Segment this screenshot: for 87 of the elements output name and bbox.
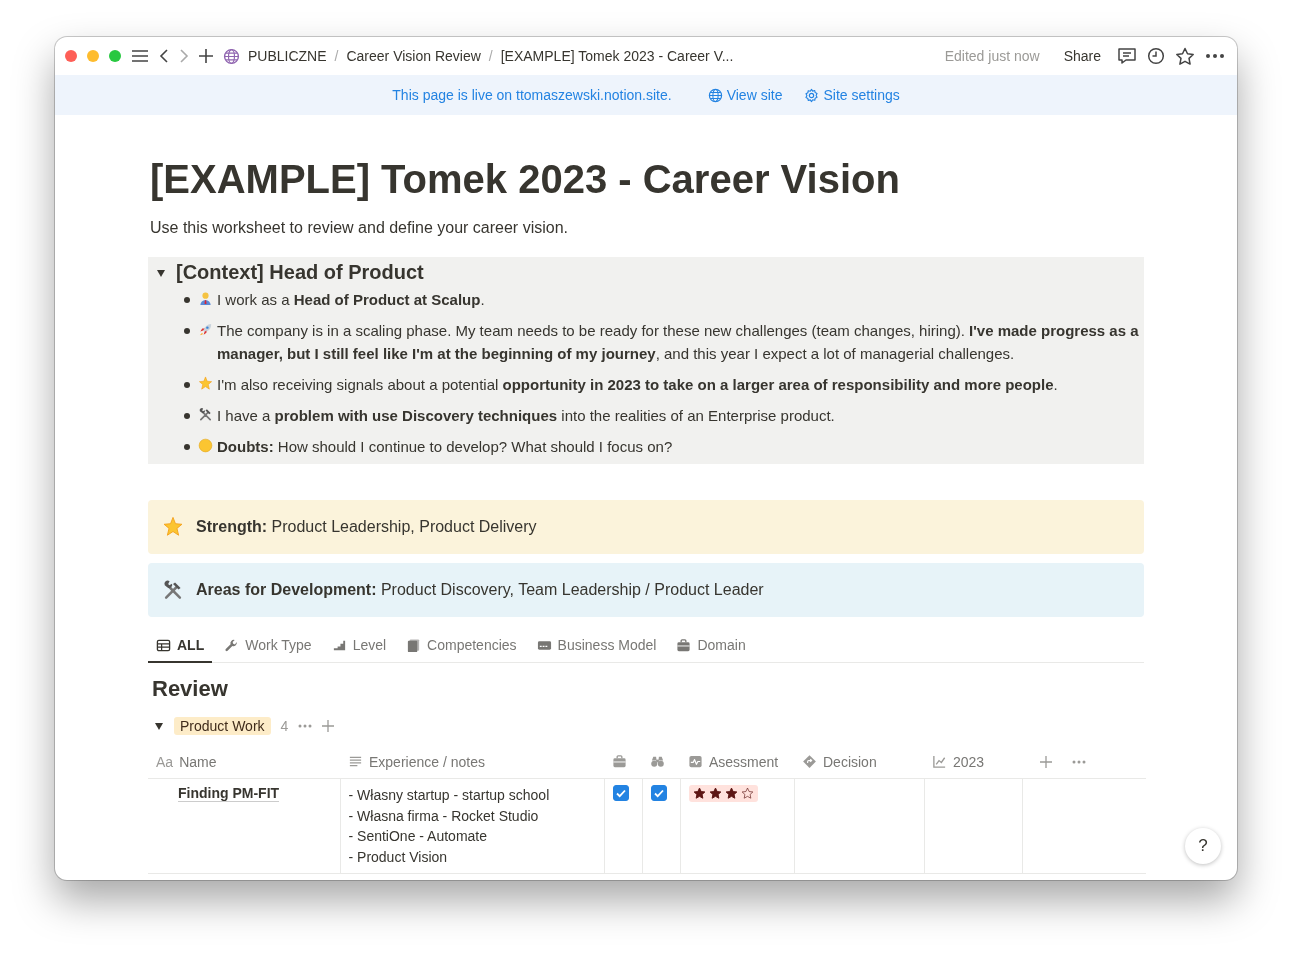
back-icon[interactable] (159, 48, 169, 64)
view-tab[interactable]: Competencies (398, 629, 525, 663)
group-tag[interactable]: Product Work (174, 717, 271, 735)
banner-link[interactable]: Site settings (823, 87, 900, 103)
plus-icon[interactable] (322, 720, 335, 732)
star-icon (198, 376, 213, 391)
breadcrumb-separator: / (334, 48, 339, 64)
share-button[interactable]: Share (1057, 46, 1107, 66)
section-title: Review (152, 675, 229, 703)
note-line: - SentiOne - Automate (348, 827, 489, 846)
toggle-heading[interactable]: [Context] Head of Product (176, 261, 424, 284)
filled-star-icon (708, 787, 722, 800)
callout-text: Areas for Development: Product Discovery, Team Leadership / Product Leader (196, 581, 764, 599)
emoji-icon (198, 438, 213, 453)
wrench-icon (224, 637, 240, 653)
check-icon (614, 787, 627, 799)
bullet-text: I'm also receiving signals about a potential opportunity in 2023 to take on a larger area of responsibility and more people. (217, 375, 1058, 395)
table-icon (156, 637, 171, 653)
star-icon[interactable] (1175, 46, 1195, 66)
breadcrumb-link[interactable]: PUBLICZNE (248, 48, 327, 64)
forward-icon[interactable] (179, 48, 189, 64)
bullet-text: Doubts: How should I continue to develop? What should I focus on? (217, 437, 673, 457)
document-icon (406, 637, 422, 653)
gear-icon (804, 87, 820, 103)
tools-icon (162, 579, 184, 601)
title-type-icon: Aa (156, 753, 174, 770)
view-tab[interactable]: Level (323, 629, 395, 663)
column-header[interactable]: Decision (823, 753, 877, 770)
pulse-icon (688, 754, 703, 769)
globe-icon (223, 47, 240, 65)
view-tab[interactable]: ALL (148, 629, 213, 663)
column-header[interactable]: Name (179, 753, 217, 770)
binoculars-icon (650, 754, 665, 769)
bullet-text: I work as a Head of Product at Scalup. (217, 290, 485, 310)
view-tab[interactable]: Business Model (528, 629, 665, 663)
breadcrumb-separator: / (488, 48, 493, 64)
check-icon (652, 787, 665, 799)
toggle-triangle-icon[interactable] (156, 267, 166, 278)
plus-icon[interactable] (199, 49, 213, 63)
filled-star-icon (724, 787, 738, 800)
checkbox[interactable] (650, 785, 667, 801)
diamond-arrow-icon (802, 754, 817, 769)
callout-text: Strength: Product Leadership, Product Delivery (196, 518, 537, 536)
page-description: Use this worksheet to review and define your career vision. (150, 219, 569, 237)
close-button[interactable] (65, 50, 77, 62)
menu-icon[interactable] (131, 48, 149, 64)
bullet-dot (184, 328, 190, 334)
bullet-text: The company is in a scaling phase. My team needs to be ready for these new challenges (team changes, hiring). I've made progress as a manager, but I still feel like I'm at the beginning of my journey, and this year I expect a lot of managerial challenges. (217, 321, 1140, 364)
globe-icon (707, 87, 723, 103)
breadcrumb-link[interactable]: [EXAMPLE] Tomek 2023 - Career V... (500, 48, 734, 64)
zoom-button[interactable] (109, 50, 121, 62)
person-icon (198, 291, 213, 306)
bullet-text: I have a problem with use Discovery techniques into the realities of an Enterprise product. (217, 406, 835, 426)
banner-link[interactable]: View site (726, 87, 783, 103)
group-count: 4 (280, 718, 289, 734)
tools-icon (198, 407, 213, 422)
bullet-dot (184, 297, 190, 303)
briefcase-icon (676, 637, 692, 653)
live-notice: This page is live on ttomaszewski.notion.site. (392, 87, 672, 103)
bullet-dot (184, 382, 190, 388)
briefcase-icon (612, 754, 627, 769)
more-icon[interactable] (1205, 53, 1225, 59)
bullet-dot (184, 444, 190, 450)
note-line: - Product Vision (348, 847, 449, 867)
column-header[interactable]: Experience / notes (369, 753, 485, 770)
help-button[interactable]: ? (1185, 828, 1221, 864)
line-chart-icon (932, 754, 947, 769)
rocket-icon (198, 322, 213, 337)
note-line: - Własna firma - Rocket Studio (348, 806, 540, 826)
view-tab[interactable]: Domain (668, 629, 754, 663)
column-header[interactable]: Asessment (709, 753, 779, 770)
bullet-dot (184, 413, 190, 419)
checkbox[interactable] (612, 785, 629, 801)
toggle-triangle-icon[interactable] (154, 721, 164, 731)
edited-status: Edited just now (944, 48, 1040, 64)
breadcrumb-link[interactable]: Career Vision Review (346, 48, 481, 64)
page-title: [EXAMPLE] Tomek 2023 - Career Vision (150, 156, 901, 203)
note-line: - Własny startup - startup school (348, 786, 551, 805)
view-tab[interactable]: Work Type (216, 629, 320, 663)
row-name[interactable]: Finding PM-FIT (178, 785, 280, 802)
column-header[interactable]: 2023 (953, 753, 985, 770)
clock-icon[interactable] (1147, 47, 1165, 65)
star-icon (162, 516, 184, 538)
comment-icon[interactable] (1117, 47, 1137, 65)
filled-star-icon (692, 787, 706, 800)
add-column-icon[interactable] (1040, 755, 1052, 768)
text-lines-icon (348, 754, 363, 769)
